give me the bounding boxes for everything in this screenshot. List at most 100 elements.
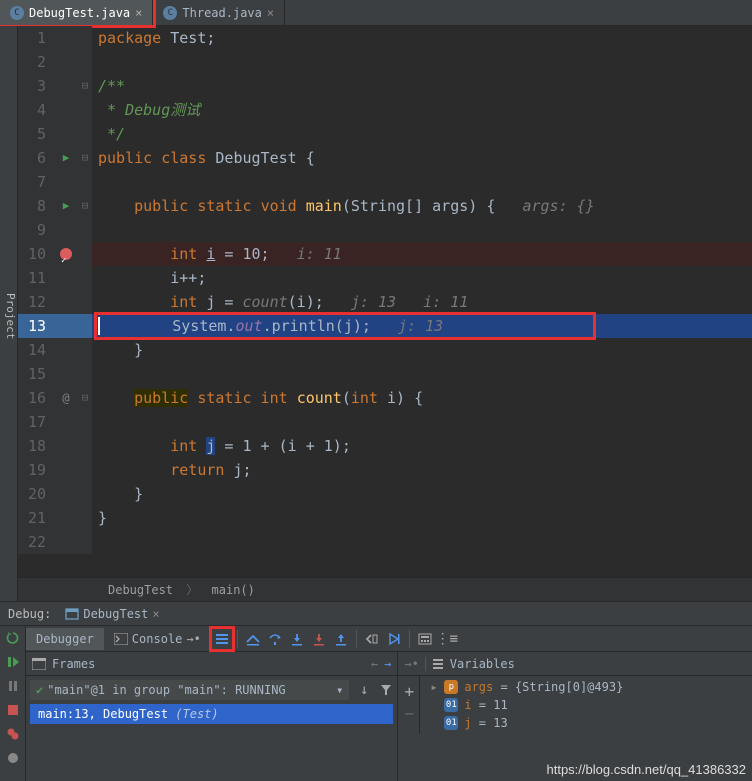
debug-session-tab[interactable]: DebugTest × (59, 605, 165, 623)
line-number[interactable]: 21 (18, 506, 54, 530)
debugger-tab[interactable]: Debugger (26, 628, 104, 650)
line-number[interactable]: 18 (18, 434, 54, 458)
fold-toggle[interactable]: ⊟ (78, 74, 92, 98)
code-line[interactable]: 12 int j = count(i); j: 13 i: 11 (18, 290, 752, 314)
fold-toggle[interactable]: ⊟ (78, 146, 92, 170)
fold-toggle[interactable] (78, 362, 92, 386)
line-number[interactable]: 2 (18, 50, 54, 74)
code-text[interactable]: int j = count(i); j: 13 i: 11 (92, 290, 752, 314)
code-line[interactable]: 7 (18, 170, 752, 194)
line-number[interactable]: 17 (18, 410, 54, 434)
code-line[interactable]: 4 * Debug测试 (18, 98, 752, 122)
code-line[interactable]: 11 i++; (18, 266, 752, 290)
line-number[interactable]: 4 (18, 98, 54, 122)
fold-toggle[interactable] (78, 338, 92, 362)
thread-selector[interactable]: ✔ "main"@1 in group "main": RUNNING ▾ (30, 680, 349, 700)
stack-frame[interactable]: main:13, DebugTest (Test) (30, 704, 393, 724)
code-line[interactable]: 8▶⊟ public static void main(String[] arg… (18, 194, 752, 218)
line-number[interactable]: 15 (18, 362, 54, 386)
fold-toggle[interactable] (78, 410, 92, 434)
view-breakpoints-button[interactable] (0, 722, 25, 746)
fold-toggle[interactable] (78, 266, 92, 290)
code-line[interactable]: 9 (18, 218, 752, 242)
line-number[interactable]: 6 (18, 146, 54, 170)
fold-toggle[interactable] (78, 170, 92, 194)
code-text[interactable]: public static void main(String[] args) {… (92, 194, 752, 218)
line-number[interactable]: 19 (18, 458, 54, 482)
fold-toggle[interactable] (78, 242, 92, 266)
code-line[interactable]: 10 int i = 10; i: 11 (18, 242, 752, 266)
code-text[interactable]: package Test; (92, 26, 752, 50)
line-number[interactable]: 7 (18, 170, 54, 194)
code-text[interactable]: i++; (92, 266, 752, 290)
code-line[interactable]: 3 ⊟/** (18, 74, 752, 98)
code-text[interactable] (92, 362, 752, 386)
gutter-icon[interactable] (54, 506, 78, 530)
code-line[interactable]: 18 int j = 1 + (i + 1); (18, 434, 752, 458)
code-line[interactable]: 22 (18, 530, 752, 554)
evaluate-button[interactable] (414, 628, 436, 650)
gutter-icon[interactable] (54, 434, 78, 458)
line-number[interactable]: 20 (18, 482, 54, 506)
step-into-button[interactable] (286, 628, 308, 650)
gutter-icon[interactable] (54, 122, 78, 146)
run-to-cursor-button[interactable] (383, 628, 405, 650)
line-number[interactable]: 14 (18, 338, 54, 362)
code-text[interactable]: /** (92, 74, 752, 98)
fold-toggle[interactable] (78, 482, 92, 506)
fold-toggle[interactable] (78, 98, 92, 122)
code-line[interactable]: 13 System.out.println(j); j: 13 (18, 314, 752, 338)
line-number[interactable]: 22 (18, 530, 54, 554)
fold-toggle[interactable]: ⊟ (78, 386, 92, 410)
add-watch-button[interactable]: + (398, 680, 420, 702)
trace-button[interactable]: ⋮≡ (436, 628, 458, 650)
fold-toggle[interactable] (78, 218, 92, 242)
line-number[interactable]: 3 (18, 74, 54, 98)
gutter-icon[interactable]: ▶ (54, 194, 78, 218)
prev-frame-button[interactable]: ← (371, 657, 378, 671)
breadcrumb-method[interactable]: main() (212, 583, 255, 597)
step-out-button[interactable] (330, 628, 352, 650)
close-icon[interactable]: × (152, 607, 159, 621)
pause-button[interactable] (0, 674, 25, 698)
code-line[interactable]: 19 return j; (18, 458, 752, 482)
tab-thread[interactable]: C Thread.java × (153, 0, 285, 25)
code-line[interactable]: 15 (18, 362, 752, 386)
console-tab[interactable]: Console →• (104, 628, 211, 650)
code-text[interactable]: int i = 10; i: 11 (92, 242, 752, 266)
gutter-icon[interactable]: ▶ (54, 146, 78, 170)
fold-toggle[interactable] (78, 122, 92, 146)
fold-toggle[interactable] (78, 26, 92, 50)
frame-down-button[interactable]: ↓ (353, 679, 375, 701)
gutter-icon[interactable] (54, 170, 78, 194)
show-exec-point-button[interactable] (242, 628, 264, 650)
code-text[interactable] (92, 530, 752, 554)
gutter-icon[interactable] (54, 74, 78, 98)
line-number[interactable]: 9 (18, 218, 54, 242)
prev-button[interactable]: →• (404, 657, 418, 671)
fold-toggle[interactable] (78, 314, 92, 338)
gutter-icon[interactable] (54, 50, 78, 74)
fold-toggle[interactable]: ⊟ (78, 194, 92, 218)
code-text[interactable] (92, 50, 752, 74)
code-text[interactable]: } (92, 506, 752, 530)
breadcrumb[interactable]: DebugTest 〉 main() (18, 577, 752, 601)
code-line[interactable]: 2 (18, 50, 752, 74)
code-line[interactable]: 5 */ (18, 122, 752, 146)
breadcrumb-class[interactable]: DebugTest (108, 583, 173, 597)
variable-row[interactable]: 01i = 11 (422, 696, 750, 714)
line-number[interactable]: 12 (18, 290, 54, 314)
next-frame-button[interactable]: → (384, 657, 391, 671)
force-step-into-button[interactable] (308, 628, 330, 650)
thread-dump-button[interactable] (211, 628, 233, 650)
close-icon[interactable]: × (267, 6, 274, 20)
filter-button[interactable] (375, 679, 397, 701)
gutter-icon[interactable] (54, 98, 78, 122)
gutter-icon[interactable] (54, 338, 78, 362)
gutter-icon[interactable] (54, 266, 78, 290)
gutter-icon[interactable] (54, 218, 78, 242)
code-line[interactable]: 21} (18, 506, 752, 530)
code-line[interactable]: 16@⊟ public static int count(int i) { (18, 386, 752, 410)
resume-button[interactable] (0, 650, 25, 674)
code-text[interactable] (92, 410, 752, 434)
